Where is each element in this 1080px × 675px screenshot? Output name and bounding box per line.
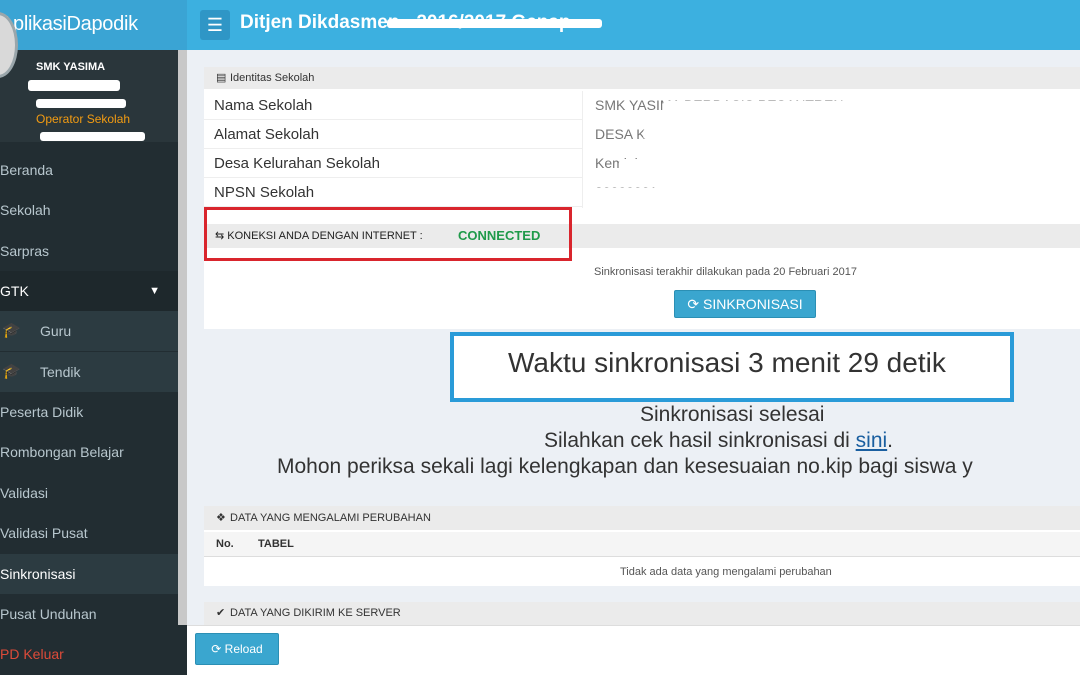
list-icon: ▤ [216, 72, 227, 84]
user-name: SMK YASIMA [36, 61, 106, 73]
graduation-cap-icon: 🎓 [2, 322, 21, 339]
user-role: Operator Sekolah [36, 112, 131, 126]
identitas-header: ▤ Identitas Sekolah [204, 67, 1080, 89]
menu-toggle-icon[interactable]: ☰ [200, 10, 230, 40]
reload-button[interactable]: ⟳ Reload [195, 633, 279, 665]
koneksi-label: ⇆ KONEKSI ANDA DENGAN INTERNET : [215, 230, 423, 242]
dikirim-header: ✔ DATA YANG DIKIRIM KE SERVER [204, 602, 1080, 625]
sidebar-item-guru[interactable]: 🎓 Guru [0, 311, 178, 351]
footer-bar [187, 625, 1080, 675]
caret-down-icon: ▼ [149, 285, 160, 297]
identitas-value-panel: SMK YASIMA BERBASIS PESANTREN DESA KEMLO… [582, 91, 1080, 208]
redaction-mark [593, 188, 673, 198]
sync-time-text: Waktu sinkronisasi 3 menit 29 detik [508, 347, 946, 378]
sync-result-link[interactable]: sini [856, 429, 888, 452]
check-icon: ✔ [216, 607, 226, 619]
last-sync-text: Sinkronisasi terakhir dilakukan pada 20 … [594, 266, 857, 278]
info-icon: ❖ [216, 512, 226, 524]
sync-check-text: Silahkan cek hasil sinkronisasi di sini. [544, 429, 894, 452]
sidebar-item-sinkronisasi[interactable]: Sinkronisasi [0, 554, 178, 594]
refresh-icon: ⟳ [211, 642, 225, 656]
redaction-mark [28, 80, 120, 91]
kip-notice-text: Mohon periksa sekali lagi kelengkapan da… [277, 455, 973, 478]
refresh-icon: ⟳ [687, 296, 704, 312]
empty-message: Tidak ada data yang mengalami perubahan [620, 566, 832, 578]
sidebar-item-tendik[interactable]: 🎓 Tendik [0, 352, 178, 392]
perubahan-table-head [204, 532, 1080, 557]
sinkronisasi-button[interactable]: ⟳ SINKRONISASI [674, 290, 816, 318]
sidebar-item-peserta-didik[interactable]: Peserta Didik [0, 392, 178, 432]
redaction-mark [619, 159, 679, 169]
sidebar-scrollbar[interactable] [178, 50, 187, 625]
sidebar-item-pd-keluar[interactable]: PD Keluar [0, 634, 178, 674]
sidebar-item-beranda[interactable]: Beranda [0, 150, 178, 190]
sidebar-item-sekolah[interactable]: Sekolah [0, 190, 178, 230]
sidebar-item-validasi-pusat[interactable]: Validasi Pusat [0, 513, 178, 553]
graduation-cap-icon: 🎓 [2, 363, 21, 380]
redaction-mark [40, 132, 145, 141]
sidebar-item-gtk[interactable]: GTK ▼ [0, 271, 178, 311]
perubahan-header: ❖ DATA YANG MENGALAMI PERUBAHAN [204, 506, 1080, 530]
koneksi-status: CONNECTED [458, 228, 541, 243]
col-no: No. [216, 538, 234, 550]
sidebar-item-sarpras[interactable]: Sarpras [0, 231, 178, 271]
top-navbar: ☰ Ditjen Dikdasmen - 2016/2017 Genap [187, 0, 1080, 50]
sidebar-item-validasi[interactable]: Validasi [0, 473, 178, 513]
sidebar-item-rombongan-belajar[interactable]: Rombongan Belajar [0, 432, 178, 472]
sidebar-item-pusat-unduhan[interactable]: Pusat Unduhan [0, 594, 178, 634]
redaction-mark [643, 129, 1073, 139]
redaction-mark [663, 101, 893, 111]
exchange-icon: ⇆ [215, 230, 228, 242]
redaction-mark [387, 19, 602, 28]
redaction-mark [36, 99, 126, 108]
app-logo[interactable]: AplikasiDapodik [0, 0, 187, 50]
col-tabel: TABEL [258, 538, 294, 550]
sync-done-text: Sinkronisasi selesai [640, 403, 825, 426]
